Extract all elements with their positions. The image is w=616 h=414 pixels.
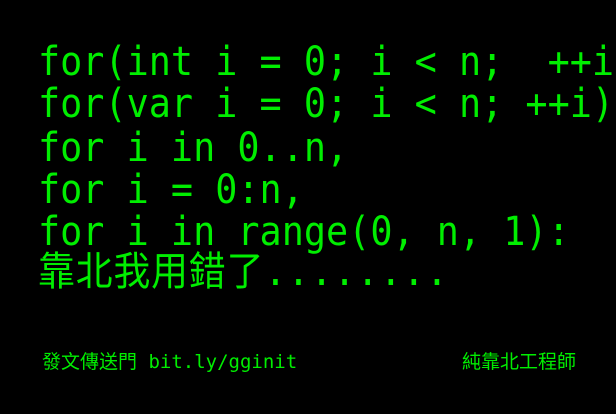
- meme-image: for(int i = 0; i < n; ++i) for(var i = 0…: [0, 0, 616, 414]
- code-line-js-for: for(var i = 0; i < n; ++i): [38, 81, 615, 127]
- code-line-python-for: for i in range(0, n, 1):: [38, 209, 570, 255]
- code-line-cpp-for: for(int i = 0; i < n; ++i): [38, 39, 616, 85]
- code-line-range-for: for i in 0..n,: [38, 125, 349, 171]
- footer-link-text: 發文傳送門 bit.ly/gginit: [42, 351, 298, 373]
- code-line-colon-for: for i = 0:n,: [38, 167, 304, 213]
- footer-brand-text: 純靠北工程師: [461, 351, 576, 373]
- punchline-text: 靠北我用錯了........: [38, 249, 449, 295]
